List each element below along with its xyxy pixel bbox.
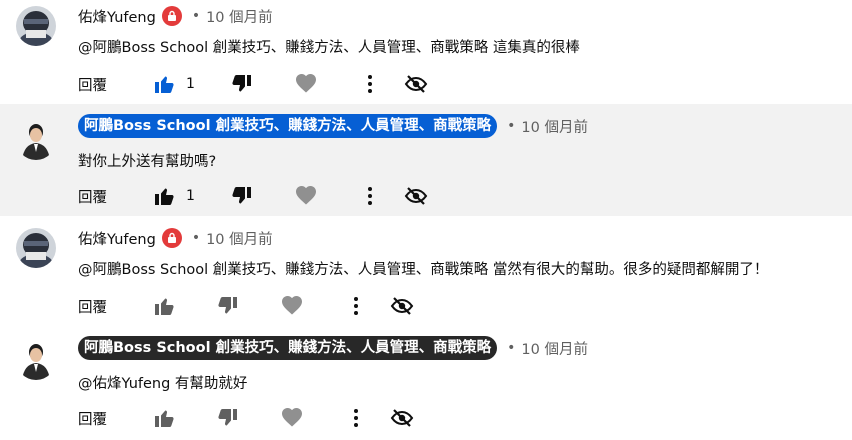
- action-bar: 回覆: [78, 292, 414, 320]
- comment-1: 佑烽Yufeng • 10 個月前 @阿鵬Boss School 創業技巧、賺錢…: [0, 0, 852, 104]
- reply-button[interactable]: 回覆: [78, 186, 152, 207]
- separator: •: [191, 8, 201, 24]
- separator: •: [507, 118, 516, 134]
- thumbs-down-icon[interactable]: [216, 294, 240, 318]
- action-bar: 回覆 1: [78, 182, 428, 210]
- reply-button[interactable]: 回覆: [78, 296, 152, 317]
- thumbs-down-icon[interactable]: [216, 406, 240, 430]
- like-count: 1: [186, 76, 195, 92]
- more-vert-icon[interactable]: [358, 72, 382, 96]
- more-vert-icon[interactable]: [344, 406, 368, 430]
- thumbs-up-icon[interactable]: [152, 406, 176, 430]
- timestamp[interactable]: 10 個月前: [521, 338, 588, 359]
- author-name[interactable]: 佑烽Yufeng: [78, 6, 156, 27]
- channel-owner-badge[interactable]: 阿鵬Boss School 創業技巧、賺錢方法、人員管理、商戰策略: [78, 336, 498, 360]
- avatar[interactable]: [16, 120, 56, 160]
- comment-header: 阿鵬Boss School 創業技巧、賺錢方法、人員管理、商戰策略 • 10 個…: [78, 336, 588, 360]
- timestamp[interactable]: 10 個月前: [521, 116, 588, 137]
- comment-header: 佑烽Yufeng • 10 個月前: [78, 226, 273, 250]
- heart-icon[interactable]: [280, 294, 304, 318]
- avatar[interactable]: [16, 340, 56, 380]
- thumbs-up-icon[interactable]: [152, 294, 176, 318]
- thumbs-up-icon[interactable]: [152, 72, 176, 96]
- thumbs-down-icon[interactable]: [230, 184, 254, 208]
- comment-text: 對你上外送有幫助嗎?: [78, 154, 217, 170]
- timestamp[interactable]: 10 個月前: [206, 228, 273, 249]
- comment-4: 阿鵬Boss School 創業技巧、賺錢方法、人員管理、商戰策略 • 10 個…: [0, 332, 852, 440]
- more-vert-icon[interactable]: [358, 184, 382, 208]
- action-bar: 回覆 1: [78, 70, 428, 98]
- separator: •: [507, 340, 516, 356]
- comment-header: 阿鵬Boss School 創業技巧、賺錢方法、人員管理、商戰策略 • 10 個…: [78, 114, 588, 138]
- eye-off-icon[interactable]: [390, 406, 414, 430]
- eye-off-icon[interactable]: [390, 294, 414, 318]
- timestamp[interactable]: 10 個月前: [206, 6, 273, 27]
- avatar[interactable]: [16, 228, 56, 268]
- action-bar: 回覆: [78, 404, 414, 432]
- thumbs-down-icon[interactable]: [230, 72, 254, 96]
- comment-text: @阿鵬Boss School 創業技巧、賺錢方法、人員管理、商戰策略 當然有很大…: [78, 262, 769, 278]
- lock-icon: [161, 228, 182, 248]
- heart-icon[interactable]: [294, 184, 318, 208]
- avatar[interactable]: [16, 6, 56, 46]
- eye-off-icon[interactable]: [404, 184, 428, 208]
- reply-button[interactable]: 回覆: [78, 408, 152, 429]
- heart-icon[interactable]: [280, 406, 304, 430]
- separator: •: [191, 230, 201, 246]
- comment-header: 佑烽Yufeng • 10 個月前: [78, 4, 273, 28]
- comment-text: @佑烽Yufeng 有幫助就好: [78, 376, 248, 392]
- channel-owner-badge[interactable]: 阿鵬Boss School 創業技巧、賺錢方法、人員管理、商戰策略: [78, 114, 498, 138]
- thumbs-up-icon[interactable]: [152, 184, 176, 208]
- more-vert-icon[interactable]: [344, 294, 368, 318]
- eye-off-icon[interactable]: [404, 72, 428, 96]
- like-count: 1: [186, 188, 195, 204]
- comment-2: 阿鵬Boss School 創業技巧、賺錢方法、人員管理、商戰策略 • 10 個…: [0, 104, 852, 216]
- lock-icon: [161, 6, 182, 26]
- comment-3: 佑烽Yufeng • 10 個月前 @阿鵬Boss School 創業技巧、賺錢…: [0, 222, 852, 332]
- heart-icon[interactable]: [294, 72, 318, 96]
- comment-text: @阿鵬Boss School 創業技巧、賺錢方法、人員管理、商戰策略 這集真的很…: [78, 40, 580, 56]
- reply-button[interactable]: 回覆: [78, 74, 152, 95]
- author-name[interactable]: 佑烽Yufeng: [78, 228, 156, 249]
